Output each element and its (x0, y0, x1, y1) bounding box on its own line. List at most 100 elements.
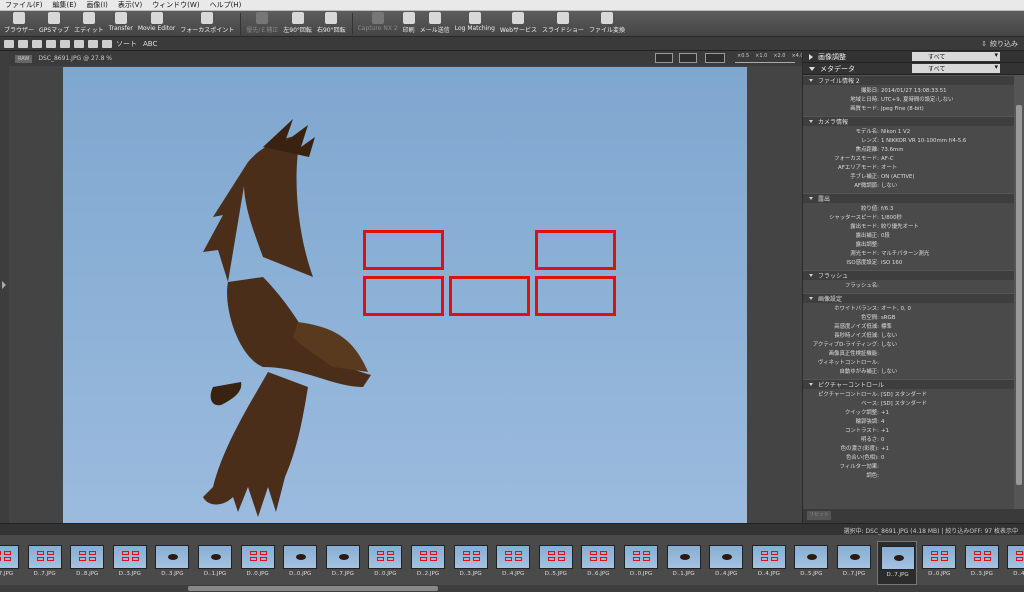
view-mode-icon[interactable] (4, 39, 14, 48)
metadata-section-header[interactable]: ピクチャーコントロール (803, 379, 1015, 389)
toolbar-button[interactable]: ファイル変換 (587, 11, 627, 34)
metadata-select[interactable]: すべて (912, 63, 1000, 73)
metadata-section-header[interactable]: フラッシュ (803, 270, 1015, 280)
filmstrip-thumbnail[interactable]: D..4.JPG (1004, 541, 1024, 585)
histogram-button[interactable] (679, 53, 697, 63)
toolbar-button[interactable]: メール送信 (418, 11, 452, 34)
menu-item[interactable]: ヘルプ(H) (205, 0, 247, 10)
image-adjust-select[interactable]: すべて (912, 51, 1000, 61)
zoom-slider[interactable] (735, 62, 795, 63)
toolbar-button[interactable]: ブラウザー (2, 11, 36, 34)
reset-button[interactable]: リセット (807, 511, 831, 520)
sort-label[interactable]: ソート (116, 39, 137, 49)
toolbar-button-label: Transfer (108, 25, 133, 32)
filmstrip-thumbnail[interactable]: D..4.JPG (749, 541, 789, 585)
thumbnail-label: D..3.JPG (459, 571, 482, 577)
viewer-filename: DSC_8691.JPG @ 27.8 % (38, 55, 112, 62)
af-point-marker (515, 557, 523, 561)
back-icon[interactable] (18, 39, 28, 48)
single-view-button[interactable] (655, 53, 673, 63)
filmstrip-thumbnail[interactable]: D..0.JPG (280, 541, 320, 585)
sort-value[interactable]: ABC (143, 40, 157, 48)
collapse-arrow-icon (809, 53, 813, 60)
metadata-key: 露出調整: (855, 242, 879, 248)
filmstrip-thumbnail[interactable]: D..5.JPG (791, 541, 831, 585)
toolbar-button[interactable]: エディット (72, 11, 106, 34)
metadata-section-header[interactable]: ファイル情報 2 (803, 75, 1015, 85)
bird-thumbnail-mark (338, 554, 349, 560)
filmstrip-thumbnail[interactable]: D..3.JPG (110, 541, 150, 585)
filmstrip-thumbnail[interactable]: D..3.JPG (962, 541, 1002, 585)
filmstrip-thumbnail[interactable]: D..5.JPG (536, 541, 576, 585)
metadata-row: 露出モード: 絞り優先オート (803, 223, 1015, 232)
toolbar-button[interactable]: フォーカスポイント (178, 11, 236, 34)
copy-icon[interactable] (88, 39, 98, 48)
metadata-section-header[interactable]: 露出 (803, 193, 1015, 203)
thumbnail-image (538, 545, 573, 569)
filmstrip-thumbnail[interactable]: D..6.JPG (578, 541, 618, 585)
filmstrip-thumbnail[interactable]: D..1.JPG (195, 541, 235, 585)
scrollbar-thumb[interactable] (188, 586, 438, 591)
toolbar-button[interactable]: 左90°回転 (281, 11, 314, 34)
filmstrip-thumbnail[interactable]: D..2.JPG (408, 541, 448, 585)
menu-item[interactable]: 画像(I) (81, 0, 113, 10)
metadata-key: ヴィネットコントロール: (817, 360, 879, 366)
filmstrip-thumbnail[interactable]: D..7.JPG (0, 541, 22, 585)
filmstrip-thumbnail[interactable]: D..1.JPG (664, 541, 704, 585)
metadata-row: アクティブD-ライティング: しない (803, 341, 1015, 350)
thumbnail-image (70, 545, 105, 569)
filter-button[interactable]: ⇩ 絞り込み (981, 39, 1018, 49)
menu-item[interactable]: ウィンドウ(W) (147, 0, 204, 10)
toolbar-button[interactable]: 印刷 (401, 11, 417, 34)
toolbar-button[interactable]: Log Matching (453, 11, 497, 32)
filmstrip-thumbnail[interactable]: D..7.JPG (25, 541, 65, 585)
grid-icon[interactable] (60, 39, 70, 48)
filmstrip-thumbnail[interactable]: D..0.JPG (365, 541, 405, 585)
metadata-row: フィルター効果: (803, 463, 1015, 472)
filmstrip-thumbnail[interactable]: D..7.JPG (876, 541, 917, 585)
metadata-section-body: モデル名: Nikon 1 V2 レンズ: 1 NIKKOR VR 10-100mm … (803, 126, 1015, 193)
menu-item[interactable]: 表示(V) (113, 0, 147, 10)
toolbar-button[interactable]: スライドショー (540, 11, 586, 34)
filmstrip-thumbnail[interactable]: D..8.JPG (67, 541, 107, 585)
metadata-value: [SD] スタンダード (881, 401, 927, 407)
left-panel-toggle[interactable] (0, 51, 9, 523)
thumbnail-image (666, 545, 701, 569)
folder-icon[interactable] (46, 39, 56, 48)
toolbar-button[interactable]: Movie Editor (136, 11, 177, 32)
filmstrip-thumbnail[interactable]: D..7.JPG (323, 541, 363, 585)
toolbar-button-label: Log Matching (454, 25, 495, 32)
toolbar-button-label: 優先/Ｅ補正 (246, 27, 279, 34)
metadata-row: 色の濃さ(彩度): +1 (803, 445, 1015, 454)
filmstrip-thumbnail[interactable]: D..3.JPG (451, 541, 491, 585)
toolbar-button[interactable]: GPSマップ (37, 11, 71, 34)
filmstrip-thumbnail[interactable]: D..4.JPG (493, 541, 533, 585)
label-icon[interactable] (74, 39, 84, 48)
filmstrip-thumbnail[interactable]: D..7.JPG (834, 541, 874, 585)
filmstrip-thumbnail[interactable]: D..0.JPG (919, 541, 959, 585)
filmstrip-thumbnail[interactable]: D..0.JPG (238, 541, 278, 585)
filmstrip-thumbnail[interactable]: D..0.JPG (621, 541, 661, 585)
toolbar-button[interactable]: Transfer (107, 11, 135, 32)
metadata-scrollbar[interactable] (1014, 75, 1024, 509)
fit-button[interactable] (705, 53, 725, 63)
af-point-marker (249, 557, 257, 561)
menu-item[interactable]: ファイル(F) (0, 0, 48, 10)
toolbar-button[interactable]: Webサービス (498, 11, 539, 34)
af-point-marker (472, 551, 480, 555)
camera-icon[interactable] (102, 39, 112, 48)
menu-item[interactable]: 編集(E) (48, 0, 82, 10)
forward-icon[interactable] (32, 39, 42, 48)
metadata-header[interactable]: メタデータ すべて (803, 63, 1024, 75)
filmstrip-thumbnail[interactable]: D..4.JPG (706, 541, 746, 585)
metadata-key: レンズ: (861, 138, 879, 144)
filmstrip-scrollbar[interactable] (0, 585, 1024, 592)
metadata-section-header[interactable]: 画像設定 (803, 293, 1015, 303)
metadata-row: 焦点距離: 73.6mm (803, 146, 1015, 155)
metadata-key: 撮影日: (861, 88, 879, 94)
toolbar-button[interactable]: 右90°回転 (315, 11, 348, 34)
metadata-section-header[interactable]: カメラ情報 (803, 116, 1015, 126)
filmstrip-thumbnail[interactable]: D..3.JPG (152, 541, 192, 585)
scrollbar-thumb[interactable] (1016, 105, 1022, 485)
image-adjust-header[interactable]: 画像調整 すべて (803, 51, 1024, 63)
